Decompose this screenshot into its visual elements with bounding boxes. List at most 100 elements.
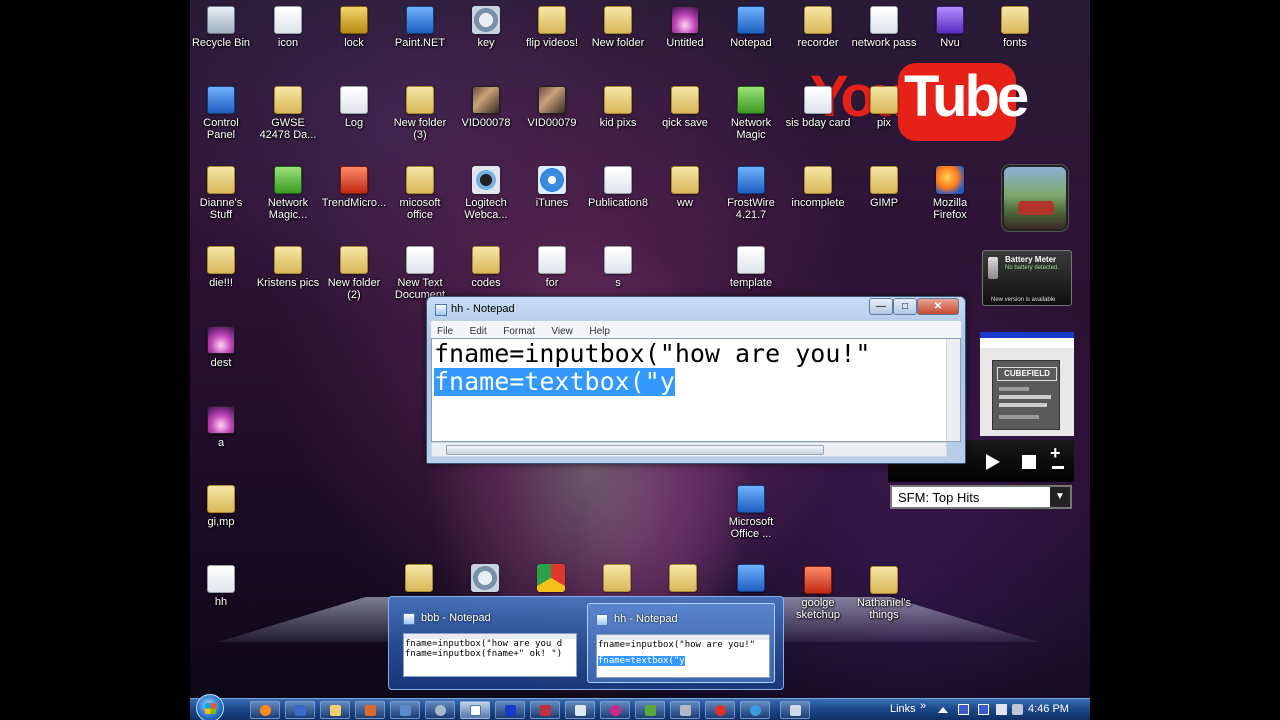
chevron-down-icon[interactable]: ▼ xyxy=(1050,487,1070,507)
desktop-icon-network-magic-2[interactable]: Network Magic... xyxy=(255,162,321,221)
desktop-icon-goolge-sketchup[interactable]: goolge sketchup xyxy=(785,562,851,621)
thumbnail-bbb-notepad[interactable]: bbb - Notepad fname=inputbox("how are yo… xyxy=(395,603,583,683)
desktop-icon-hh[interactable]: hh xyxy=(190,561,254,608)
menu-file[interactable]: File xyxy=(437,326,453,337)
desktop-icon-diannes-stuff[interactable]: Dianne's Stuff xyxy=(190,162,254,221)
taskbar-office[interactable] xyxy=(355,701,385,719)
taskbar-notepad[interactable] xyxy=(460,701,490,719)
desktop-icon-micosoft-office[interactable]: micosoft office xyxy=(387,162,453,221)
dock-paint-net[interactable] xyxy=(718,560,784,595)
desktop-icon-sis-bday-card[interactable]: sis bday card xyxy=(785,82,851,129)
desktop-icon-trendmicro[interactable]: TrendMicro... xyxy=(321,162,387,209)
maximize-button[interactable]: □ xyxy=(893,298,917,315)
desktop-icon-logitech-webcam[interactable]: Logitech Webca... xyxy=(453,162,519,221)
menu-view[interactable]: View xyxy=(551,326,573,337)
taskbar-media-player[interactable] xyxy=(285,701,315,719)
taskbar-app-blue[interactable] xyxy=(495,701,525,719)
desktop-icon-new-folder[interactable]: New folder xyxy=(585,2,651,49)
desktop-icon-pix[interactable]: pix xyxy=(851,82,917,129)
desktop-icon-vid00079[interactable]: VID00079 xyxy=(519,82,585,129)
taskbar-itunes[interactable] xyxy=(600,701,630,719)
close-button[interactable]: ✕ xyxy=(917,298,959,315)
desktop-icon-microsoft-office[interactable]: Microsoft Office ... xyxy=(718,481,784,540)
taskbar-network[interactable] xyxy=(635,701,665,719)
desktop-icon-gimp-file[interactable]: gi,mp xyxy=(190,481,254,528)
desktop-icon-kristens-pics[interactable]: Kristens pics xyxy=(255,242,321,289)
taskbar-trendmicro[interactable] xyxy=(705,701,735,719)
desktop-icon-paint-net[interactable]: Paint.NET xyxy=(387,2,453,49)
desktop-icon-vid00078[interactable]: VID00078 xyxy=(453,82,519,129)
desktop-icon-frostwire[interactable]: FrostWire 4.21.7 xyxy=(718,162,784,221)
taskbar-app-doc[interactable] xyxy=(565,701,595,719)
desktop-icon-flip-videos[interactable]: flip videos! xyxy=(519,2,585,49)
vertical-scrollbar[interactable] xyxy=(946,339,960,441)
desktop-icon-log[interactable]: Log xyxy=(321,82,387,129)
desktop-icon-die[interactable]: die!!! xyxy=(190,242,254,289)
desktop-icon-nathaniels-things[interactable]: Nathaniel's things xyxy=(851,562,917,621)
desktop-icon-notepad[interactable]: Notepad xyxy=(718,2,784,49)
desktop-icon-new-text-document[interactable]: New Text Document xyxy=(387,242,453,301)
tray-app-icon[interactable] xyxy=(978,704,989,715)
scrollbar-thumb[interactable] xyxy=(446,445,824,455)
desktop-icon-s[interactable]: s xyxy=(585,242,651,289)
taskbar-app-red[interactable] xyxy=(530,701,560,719)
start-button[interactable] xyxy=(196,694,224,720)
desktop-icon-ww[interactable]: ww xyxy=(652,162,718,209)
play-icon[interactable] xyxy=(986,454,1000,470)
desktop-icon-network-pass[interactable]: network pass xyxy=(851,2,917,49)
desktop-icon-itunes[interactable]: iTunes xyxy=(519,162,585,209)
stop-icon[interactable] xyxy=(1022,455,1036,469)
taskbar-app-gray[interactable] xyxy=(670,701,700,719)
menu-edit[interactable]: Edit xyxy=(470,326,487,337)
desktop-icon-dest[interactable]: dest xyxy=(190,322,254,369)
thumbnail-hh-notepad[interactable]: hh - Notepad fname=inputbox("how are you… xyxy=(587,603,775,683)
tray-volume-icon[interactable] xyxy=(1012,704,1023,715)
desktop-icon-recycle-bin[interactable]: Recycle Bin xyxy=(190,2,254,49)
notepad-window[interactable]: hh - Notepad — □ ✕ File Edit Format View… xyxy=(426,296,966,464)
slideshow-gadget[interactable] xyxy=(1002,165,1068,231)
dock-folder-2[interactable] xyxy=(584,560,650,595)
text-editor[interactable]: fname=inputbox("how are you!" fname=text… xyxy=(431,338,961,442)
minimize-button[interactable]: — xyxy=(869,298,893,315)
desktop-icon-network-magic[interactable]: Network Magic xyxy=(718,82,784,141)
volume-up-icon[interactable]: + xyxy=(1050,444,1061,462)
desktop-icon-recorder[interactable]: recorder xyxy=(785,2,851,49)
desktop-icon-codes[interactable]: codes xyxy=(453,242,519,289)
battery-meter-gadget[interactable]: Battery Meter No battery detected. New v… xyxy=(982,250,1072,306)
desktop-icon-key[interactable]: key xyxy=(453,2,519,49)
tray-network-icon[interactable] xyxy=(996,704,1007,715)
desktop-icon-qick-save[interactable]: qick save xyxy=(652,82,718,129)
horizontal-scrollbar[interactable] xyxy=(431,442,947,457)
desktop-icon-mozilla-firefox[interactable]: Mozilla Firefox xyxy=(917,162,983,221)
menu-format[interactable]: Format xyxy=(503,326,535,337)
desktop-icon-for[interactable]: for xyxy=(519,242,585,289)
desktop-icon-untitled[interactable]: Untitled xyxy=(652,2,718,49)
desktop-icon-nvu[interactable]: Nvu xyxy=(917,2,983,49)
desktop-icon-new-folder-2[interactable]: New folder (2) xyxy=(321,242,387,301)
volume-down-icon[interactable] xyxy=(1052,466,1064,469)
desktop-icon-new-folder-3[interactable]: New folder (3) xyxy=(387,82,453,141)
desktop-icon-kid-pixs[interactable]: kid pixs xyxy=(585,82,651,129)
menu-help[interactable]: Help xyxy=(589,326,610,337)
dock-chrome[interactable] xyxy=(518,560,584,595)
dock-folder-3[interactable] xyxy=(650,560,716,595)
desktop-icon-gimp[interactable]: GIMP xyxy=(851,162,917,209)
desktop-icon-gwse[interactable]: GWSE 42478 Da... xyxy=(255,82,321,141)
taskbar-firefox[interactable] xyxy=(250,701,280,719)
dock-folder-1[interactable] xyxy=(386,560,452,595)
desktop-icon-publication8[interactable]: Publication8 xyxy=(585,162,651,209)
game-gadget[interactable]: CUBEFIELD xyxy=(980,332,1074,436)
links-chevron-icon[interactable]: » xyxy=(920,700,926,712)
taskbar-key[interactable] xyxy=(425,701,455,719)
station-select[interactable]: SFM: Top Hits ▼ xyxy=(890,485,1072,509)
desktop-icon-icon[interactable]: icon xyxy=(255,2,321,49)
taskbar-app-printer[interactable] xyxy=(780,701,810,719)
desktop-icon-control-panel[interactable]: Control Panel xyxy=(190,82,254,141)
taskbar-paint-net[interactable] xyxy=(390,701,420,719)
dock-key-app[interactable] xyxy=(452,560,518,595)
taskbar-clock[interactable]: 4:46 PM xyxy=(1028,703,1069,715)
battery-update-link[interactable]: New version is available xyxy=(991,297,1055,303)
desktop-icon-incomplete[interactable]: incomplete xyxy=(785,162,851,209)
tray-expand-icon[interactable] xyxy=(938,707,948,713)
taskbar-explorer[interactable] xyxy=(320,701,350,719)
